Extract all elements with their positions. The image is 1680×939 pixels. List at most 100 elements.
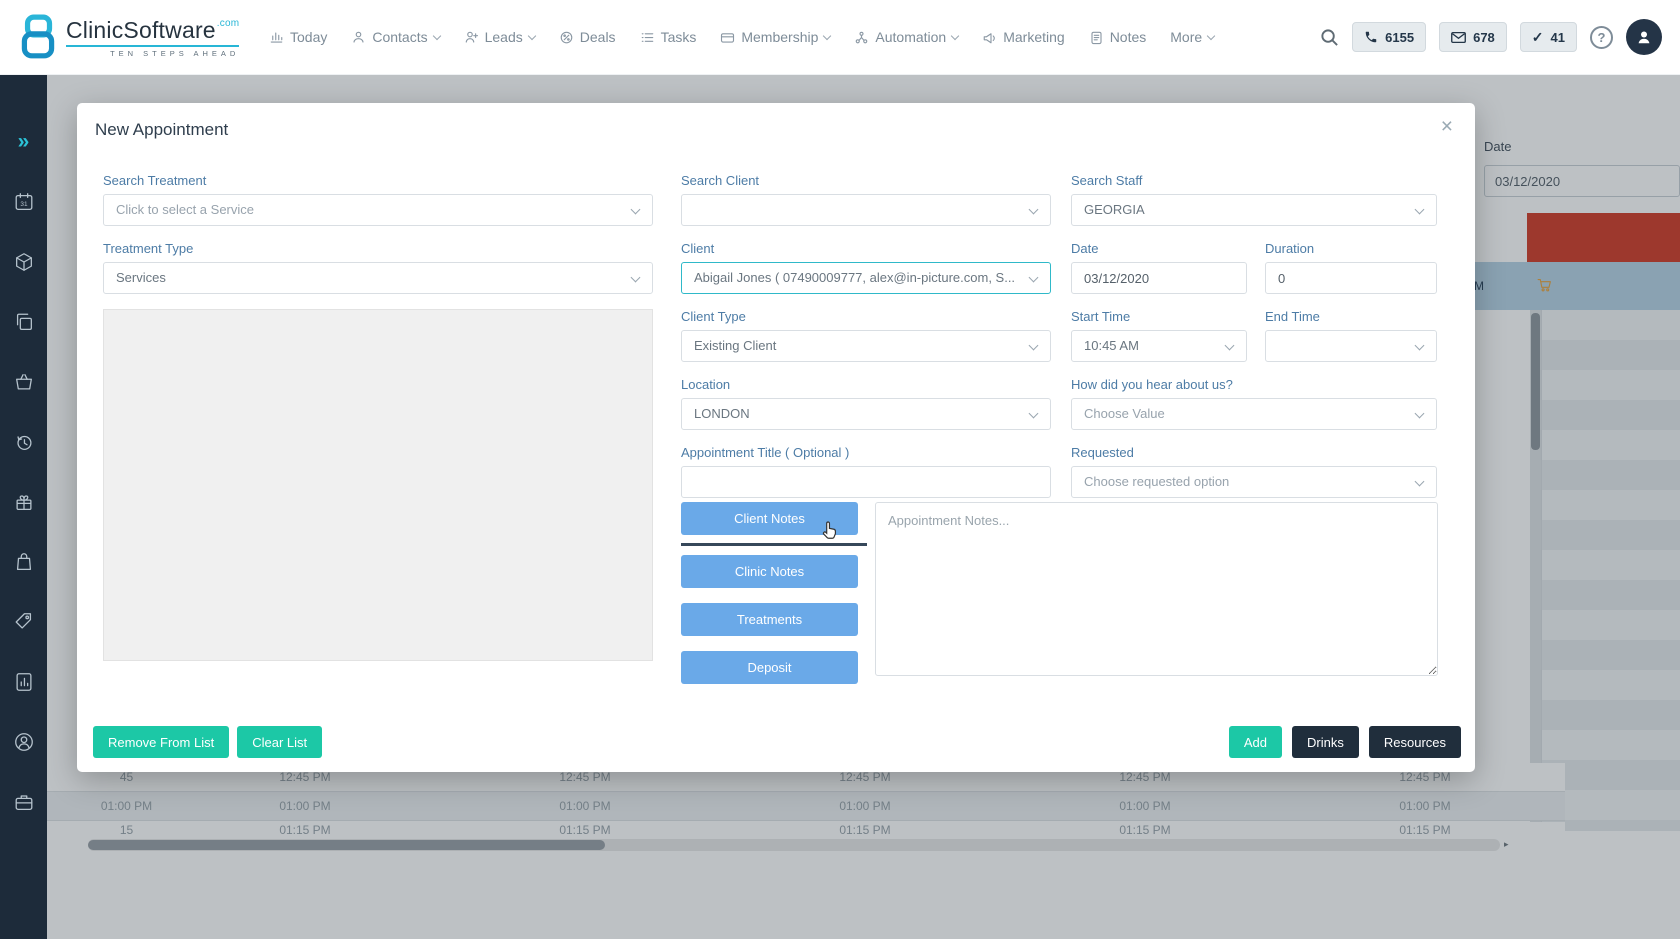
notes-icon [1089,30,1104,45]
topbar-right-cluster: 6155 678 ✓ 41 ? [1320,19,1662,55]
screen: ClinicSoftware.com TEN STEPS AHEAD Today… [0,0,1680,939]
gift-icon[interactable] [13,491,35,513]
tasks-count: 41 [1551,30,1565,45]
phone-icon [1364,30,1378,44]
nav-item-tasks[interactable]: Tasks [640,29,697,45]
hear-about-value: Choose Value [1084,406,1165,421]
logo-8-icon [18,14,58,60]
nav-item-today[interactable]: Today [269,29,327,45]
nav-label: Marketing [1003,29,1064,45]
chevron-down-icon [823,31,831,39]
requested-label: Requested [1071,445,1437,461]
resources-button[interactable]: Resources [1369,726,1461,758]
chevron-down-icon [1415,477,1425,487]
tasks-badge[interactable]: ✓ 41 [1520,22,1577,52]
calls-badge[interactable]: 6155 [1352,22,1426,52]
nav-label: Membership [741,29,818,45]
client-type-select[interactable]: Existing Client [681,330,1051,362]
app-logo[interactable]: ClinicSoftware.com TEN STEPS AHEAD [18,14,243,60]
calls-count: 6155 [1385,30,1414,45]
brand-text: ClinicSoftware.com TEN STEPS AHEAD [66,17,239,58]
chevron-down-icon [1029,341,1039,351]
nav-label: Automation [875,29,946,45]
modal-footer: Remove From List Clear List Add Drinks R… [93,726,1461,758]
appointment-notes-textarea[interactable] [875,502,1438,676]
search-icon[interactable] [1320,28,1339,47]
requested-select[interactable]: Choose requested option [1071,466,1437,498]
hear-about-select[interactable]: Choose Value [1071,398,1437,430]
chevron-down-icon [1029,409,1039,419]
add-button[interactable]: Add [1229,726,1282,758]
location-value: LONDON [694,406,750,421]
clear-list-button[interactable]: Clear List [237,726,322,758]
deals-icon [559,30,574,45]
chevron-down-icon [1029,273,1039,283]
tab-client-notes[interactable]: Client Notes [681,502,858,535]
search-client-select[interactable] [681,194,1051,226]
treatment-type-select[interactable]: Services [103,262,653,294]
help-icon[interactable]: ? [1590,26,1613,49]
end-time-select[interactable] [1265,330,1437,362]
tag-icon[interactable] [13,611,35,633]
nav-item-contacts[interactable]: Contacts [351,29,439,45]
nav-item-more[interactable]: More [1170,29,1214,45]
tasks-icon [640,30,655,45]
basket-icon[interactable] [13,371,35,393]
case-icon[interactable] [13,791,35,813]
nav-item-leads[interactable]: Leads [464,29,535,45]
location-select[interactable]: LONDON [681,398,1051,430]
automation-icon [854,30,869,45]
tab-clinic-notes[interactable]: Clinic Notes [681,555,858,588]
chevron-down-icon [631,205,641,215]
calendar-31-icon[interactable]: 31 [13,191,35,213]
start-time-select[interactable]: 10:45 AM [1071,330,1247,362]
duration-label: Duration [1265,241,1437,257]
chevron-down-icon [1029,205,1039,215]
bag-icon[interactable] [13,551,35,573]
package-icon[interactable] [13,251,35,273]
membership-icon [720,30,735,45]
search-treatment-label: Search Treatment [103,173,653,189]
chevron-down-icon [432,31,440,39]
user-avatar[interactable] [1626,19,1662,55]
search-staff-select[interactable]: GEORGIA [1071,194,1437,226]
search-treatment-select[interactable]: Click to select a Service [103,194,653,226]
duration-input[interactable] [1265,262,1437,294]
staff-column: Search Staff GEORGIA Date Duration Start… [1071,173,1437,513]
nav-label: Deals [580,29,616,45]
modal-title: New Appointment [95,120,228,140]
expand-icon[interactable]: » [13,131,35,153]
nav-label: Contacts [372,29,427,45]
date-input[interactable] [1071,262,1247,294]
tab-deposit[interactable]: Deposit [681,651,858,684]
tab-treatments[interactable]: Treatments [681,603,858,636]
nav-label: More [1170,29,1202,45]
nav-item-deals[interactable]: Deals [559,29,616,45]
client-type-value: Existing Client [694,338,776,353]
nav-item-notes[interactable]: Notes [1089,29,1147,45]
drinks-button[interactable]: Drinks [1292,726,1359,758]
close-icon[interactable]: × [1441,116,1453,137]
account-icon[interactable] [13,731,35,753]
leads-icon [464,30,479,45]
report-icon[interactable] [13,671,35,693]
appointment-title-label: Appointment Title ( Optional ) [681,445,1051,461]
appointment-title-input[interactable] [681,466,1051,498]
nav-item-automation[interactable]: Automation [854,29,958,45]
remove-from-list-button[interactable]: Remove From List [93,726,229,758]
treatment-column: Search Treatment Click to select a Servi… [103,173,653,661]
history-icon[interactable] [13,431,35,453]
search-treatment-placeholder: Click to select a Service [116,202,254,217]
copy-icon[interactable] [13,311,35,333]
client-select[interactable]: Abigail Jones ( 07490009777, alex@in-pic… [681,262,1051,294]
start-time-value: 10:45 AM [1084,338,1139,353]
left-sidebar: » 31 [0,75,47,939]
nav-label: Today [290,29,327,45]
svg-text:31: 31 [20,201,28,208]
messages-badge[interactable]: 678 [1439,22,1507,52]
brand-name: ClinicSoftware [66,17,216,43]
nav-item-membership[interactable]: Membership [720,29,830,45]
chevron-down-icon [1415,341,1425,351]
nav-item-marketing[interactable]: Marketing [982,29,1064,45]
brand-tagline: TEN STEPS AHEAD [66,45,239,58]
